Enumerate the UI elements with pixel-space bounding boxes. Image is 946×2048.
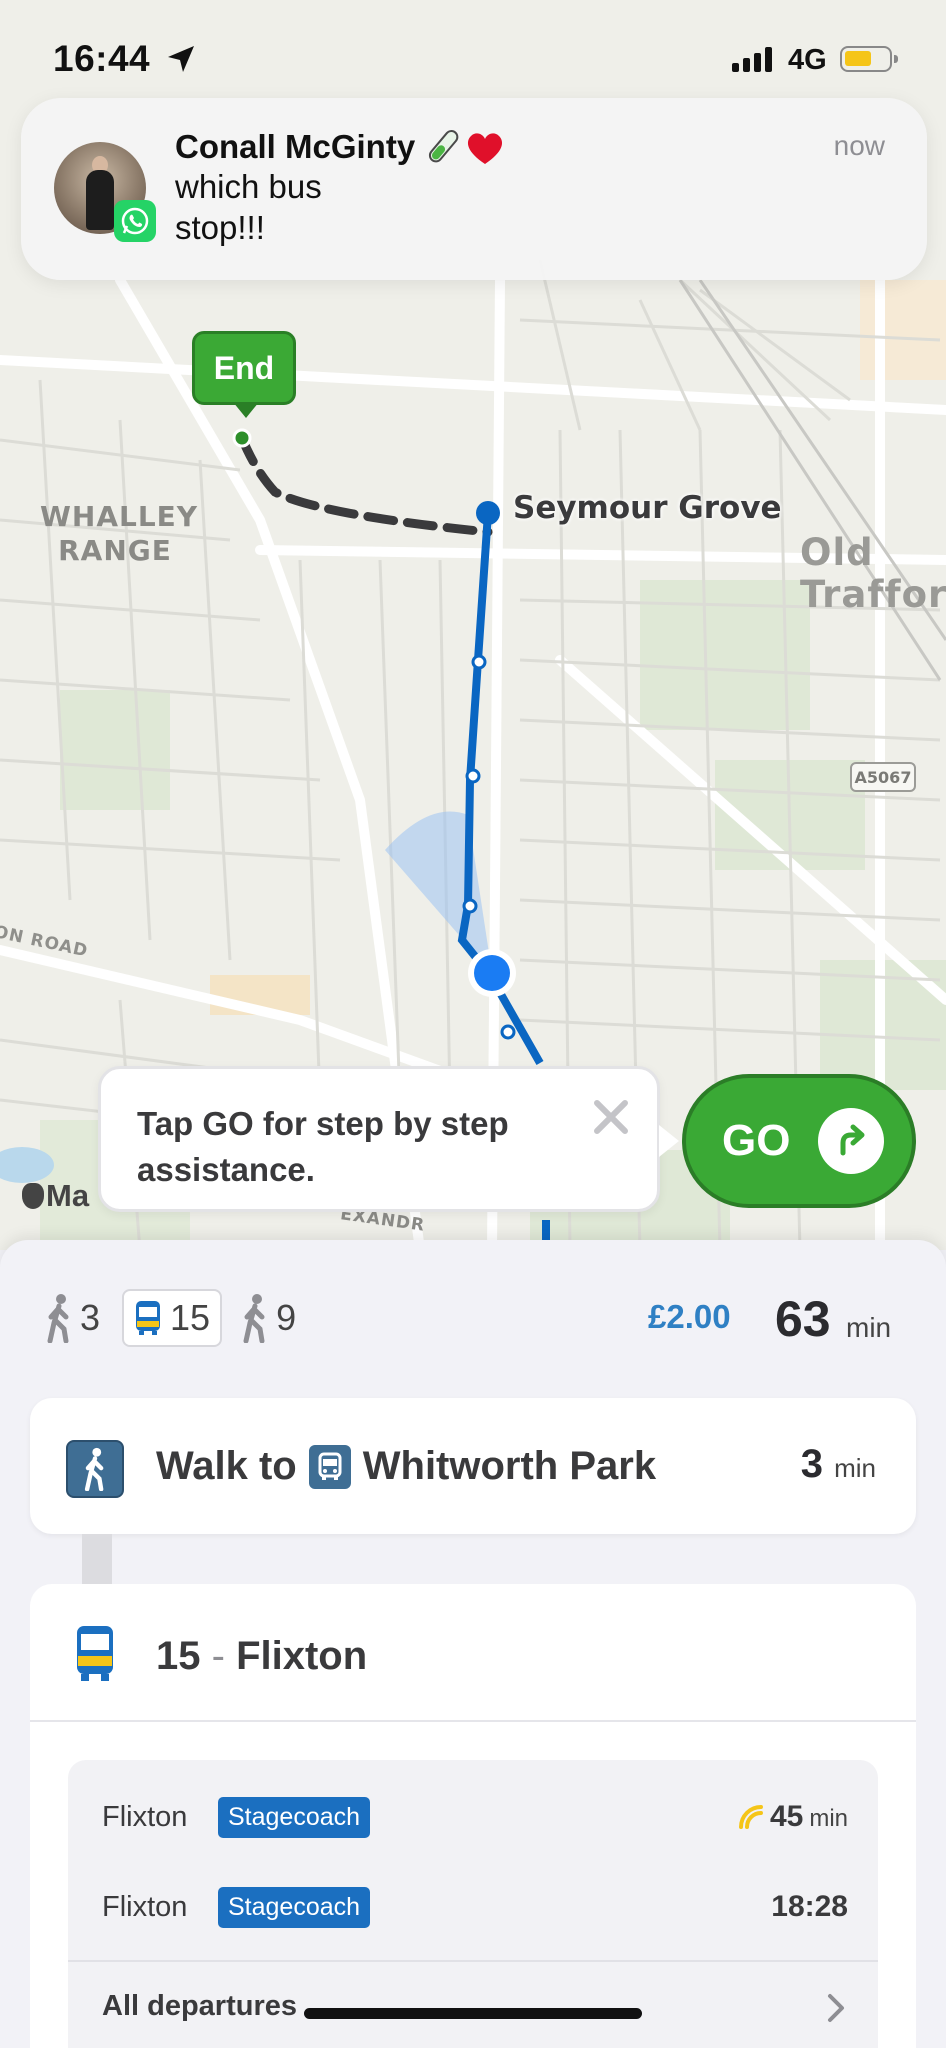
step-connector xyxy=(82,1534,112,1586)
realtime-signal-icon xyxy=(738,1805,763,1829)
walk-end-minutes: 9 xyxy=(276,1297,297,1338)
departure-time: 18:28 xyxy=(771,1890,848,1924)
chevron-right-icon[interactable] xyxy=(826,1992,846,2024)
bus-icon xyxy=(77,1626,113,1681)
route-separator: - xyxy=(211,1634,225,1678)
bus-step-card[interactable]: 15 - Flixton Flixton Stagecoach 45 min F… xyxy=(30,1584,916,2048)
status-time: 16:44 xyxy=(53,38,151,79)
cellular-signal-icon xyxy=(732,46,772,72)
bus-leg-chip: 15 xyxy=(122,1289,223,1347)
route-number: 15 xyxy=(156,1634,201,1678)
departures-list: Flixton Stagecoach 45 min Flixton Stagec… xyxy=(68,1760,878,2048)
walk-step-card[interactable]: Walk to Whitworth Park 3 min xyxy=(30,1398,916,1534)
sender-name: Conall McGinty xyxy=(175,128,416,165)
departure-destination: Flixton xyxy=(102,1800,188,1833)
departure-time-value: 18:28 xyxy=(771,1890,848,1923)
departure-row[interactable]: Flixton Stagecoach 45 min xyxy=(102,1787,848,1847)
fare-price: £2.00 xyxy=(648,1298,731,1335)
departure-destination: Flixton xyxy=(102,1890,188,1923)
divider xyxy=(68,1960,878,1962)
walk-start-minutes: 3 xyxy=(80,1297,101,1338)
walk-step-title: Walk to Whitworth Park xyxy=(156,1444,656,1489)
walking-tile-icon xyxy=(66,1440,124,1498)
battery-icon xyxy=(840,46,898,72)
notification-message: which bus stop!!! xyxy=(175,168,322,246)
network-type: 4G xyxy=(788,44,827,76)
route-title: 15 - Flixton xyxy=(156,1634,367,1679)
walking-icon xyxy=(243,1294,265,1343)
go-button-label: GO xyxy=(722,1116,791,1165)
bus-route-number: 15 xyxy=(170,1297,211,1338)
walk-leg-end: 9 xyxy=(240,1293,296,1343)
maps-attribution-text: Ma xyxy=(46,1178,90,1213)
duration-unit: min xyxy=(846,1312,892,1343)
road-shield: A5067 xyxy=(850,762,916,792)
whatsapp-icon xyxy=(114,200,156,242)
area-label-old-trafford: Old Trafford xyxy=(800,531,946,616)
bus-stop-label: Seymour Grove xyxy=(513,490,782,526)
apple-icon xyxy=(22,1183,44,1209)
walking-icon xyxy=(47,1294,69,1343)
walk-duration-value: 3 xyxy=(800,1442,823,1486)
location-arrow-icon xyxy=(168,46,194,72)
walk-leg-start: 3 xyxy=(44,1293,100,1343)
all-departures-link[interactable]: All departures xyxy=(102,1990,297,2023)
message-notification[interactable]: Conall McGinty which bus stop!!! now xyxy=(21,98,927,280)
home-indicator[interactable] xyxy=(304,2008,642,2019)
departure-time-unit: min xyxy=(809,1805,848,1832)
close-icon[interactable] xyxy=(589,1095,633,1139)
area-label-whalley-range: WHALLEY RANGE xyxy=(40,500,199,567)
departure-time: 45 min xyxy=(738,1800,848,1834)
notification-time: now xyxy=(833,130,885,161)
end-marker[interactable]: End xyxy=(192,331,296,418)
apple-maps-attribution[interactable]: Ma xyxy=(22,1178,89,1214)
status-bar: 16:44 4G xyxy=(0,0,946,100)
sender-emoji-icons xyxy=(429,130,503,164)
bus-icon xyxy=(136,1301,161,1335)
departure-row[interactable]: Flixton Stagecoach 18:28 xyxy=(102,1877,848,1937)
walk-step-duration: 3 min xyxy=(801,1442,876,1487)
operator-badge: Stagecoach xyxy=(218,1796,371,1838)
operator-badge: Stagecoach xyxy=(218,1886,371,1928)
walk-prefix: Walk to xyxy=(156,1444,297,1488)
go-button[interactable]: GO xyxy=(682,1074,916,1208)
route-destination: Flixton xyxy=(236,1634,368,1678)
walk-stop-name: Whitworth Park xyxy=(362,1444,657,1488)
turn-right-arrow-icon xyxy=(818,1108,884,1174)
bus-stop-icon xyxy=(308,1444,351,1489)
departure-time-value: 45 xyxy=(769,1800,804,1833)
total-duration: 63 xyxy=(775,1291,831,1347)
tooltip-text: Tap GO for step by step assistance. xyxy=(137,1105,509,1188)
notification-title: Conall McGinty xyxy=(175,126,507,168)
walk-duration-unit: min xyxy=(834,1453,876,1483)
go-tooltip: Tap GO for step by step assistance. xyxy=(98,1066,679,1212)
divider xyxy=(30,1720,916,1722)
